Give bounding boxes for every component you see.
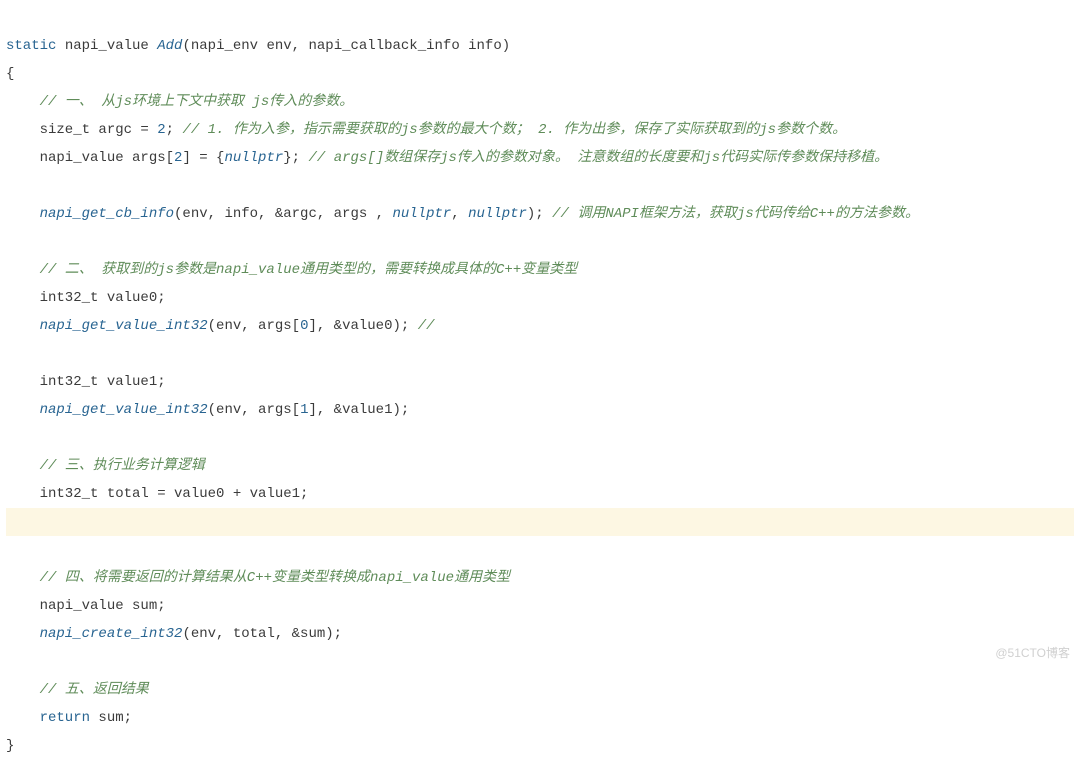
code-line: napi_get_value_int32(env, args[0], &valu… xyxy=(6,318,435,334)
code-line: static napi_value Add(napi_env env, napi… xyxy=(6,38,510,54)
code-line: size_t argc = 2; // 1. 作为入参，指示需要获取的js参数的… xyxy=(6,122,846,138)
code-line: return sum; xyxy=(6,710,132,726)
comment-line: // 三、执行业务计算逻辑 xyxy=(6,458,205,474)
blank-line xyxy=(6,234,14,250)
comment-line: // 二、 获取到的js参数是napi_value通用类型的，需要转换成具体的C… xyxy=(6,262,577,278)
watermark-text: @51CTO博客 xyxy=(995,639,1070,667)
blank-line xyxy=(6,346,14,362)
code-line: napi_value args[2] = {nullptr}; // args[… xyxy=(6,150,888,166)
comment-line: // 四、将需要返回的计算结果从C++变量类型转换成napi_value通用类型 xyxy=(6,570,510,586)
comment-line: // 五、返回结果 xyxy=(6,682,149,698)
blank-line xyxy=(6,178,14,194)
code-line: napi_get_value_int32(env, args[1], &valu… xyxy=(6,402,409,418)
keyword-static: static xyxy=(6,38,56,54)
code-line: napi_get_cb_info(env, info, &argc, args … xyxy=(6,206,919,222)
code-line: napi_value sum; xyxy=(6,598,166,614)
code-line: int32_t value0; xyxy=(6,290,166,306)
code-line: } xyxy=(6,738,14,754)
code-line: int32_t value1; xyxy=(6,374,166,390)
code-snippet: static napi_value Add(napi_env env, napi… xyxy=(0,0,1080,764)
code-line: napi_create_int32(env, total, &sum); xyxy=(6,626,342,642)
function-name: Add xyxy=(157,38,182,54)
blank-line xyxy=(6,430,14,446)
blank-line xyxy=(6,654,14,670)
code-line: int32_t total = value0 + value1; xyxy=(6,486,308,502)
highlighted-line xyxy=(6,508,1074,536)
comment-line: // 一、 从js环境上下文中获取 js传入的参数。 xyxy=(6,94,353,110)
code-line: { xyxy=(6,66,14,82)
